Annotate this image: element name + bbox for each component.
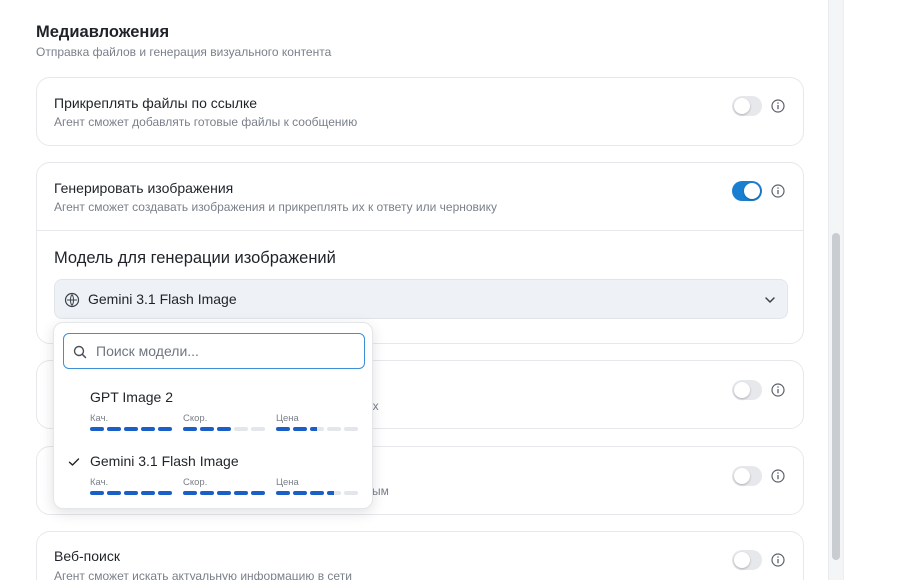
quality-label: Кач.: [90, 477, 109, 488]
model-search: [63, 333, 365, 369]
model-option-gpt-image-2[interactable]: GPT Image 2 Кач. Скор. Цена: [54, 389, 372, 453]
price-label: Цена: [276, 413, 299, 424]
search-icon: [73, 345, 87, 359]
web-search-toggle[interactable]: [732, 550, 762, 570]
rating-segment: [234, 491, 248, 495]
speed-bar: [183, 427, 265, 431]
hidden-setting-toggle-1[interactable]: [732, 380, 762, 400]
model-search-input[interactable]: [96, 342, 356, 360]
chevron-down-icon: [765, 297, 775, 303]
quality-bar: [90, 427, 172, 431]
web-search-desc: Агент сможет искать актуальную информаци…: [54, 569, 352, 580]
speed-label: Скор.: [183, 413, 208, 424]
model-option-gemini-flash-image[interactable]: Gemini 3.1 Flash Image Кач. Скор. Цена: [54, 453, 372, 517]
model-option-name: GPT Image 2: [90, 389, 174, 405]
web-search-card: Веб-поиск Агент сможет искать актуальную…: [36, 531, 804, 580]
info-icon[interactable]: [771, 383, 785, 397]
section-title: Медиавложения: [36, 23, 170, 41]
price-label: Цена: [276, 477, 299, 488]
rating-segment: [141, 491, 155, 495]
section-subtitle: Отправка файлов и генерация визуального …: [36, 45, 332, 59]
rating-segment: [200, 427, 214, 431]
rating-segment: [107, 491, 121, 495]
model-select[interactable]: Gemini 3.1 Flash Image: [54, 279, 788, 319]
info-icon[interactable]: [771, 184, 785, 198]
rating-segment: [90, 427, 104, 431]
info-icon[interactable]: [771, 99, 785, 113]
generate-images-toggle[interactable]: [732, 181, 762, 201]
rating-segment: [276, 427, 290, 431]
rating-segment: [251, 491, 265, 495]
check-icon: [68, 458, 80, 466]
attach-files-toggle[interactable]: [732, 96, 762, 116]
rating-segment: [217, 491, 231, 495]
attach-files-title: Прикреплять файлы по ссылке: [54, 95, 258, 111]
right-panel: [843, 0, 903, 580]
attach-files-card: Прикреплять файлы по ссылке Агент сможет…: [36, 77, 804, 146]
model-option-name: Gemini 3.1 Flash Image: [90, 453, 239, 469]
rating-segment: [217, 427, 231, 431]
rating-segment: [344, 427, 358, 431]
rating-segment: [183, 491, 197, 495]
rating-segment: [310, 427, 324, 431]
hidden-setting-toggle-2[interactable]: [732, 466, 762, 486]
rating-segment: [293, 491, 307, 495]
rating-segment: [90, 491, 104, 495]
info-icon[interactable]: [771, 469, 785, 483]
rating-segment: [327, 491, 341, 495]
quality-bar: [90, 491, 172, 495]
generate-images-title: Генерировать изображения: [54, 180, 234, 196]
rating-segment: [158, 427, 172, 431]
hidden-setting-desc-2: ым: [372, 484, 389, 498]
rating-segment: [234, 427, 248, 431]
selected-model-label: Gemini 3.1 Flash Image: [88, 291, 237, 307]
rating-segment: [124, 491, 138, 495]
price-bar: [276, 491, 358, 495]
rating-segment: [344, 491, 358, 495]
info-icon[interactable]: [771, 553, 785, 567]
web-search-title: Веб-поиск: [54, 548, 120, 564]
rating-segment: [327, 427, 341, 431]
price-bar: [276, 427, 358, 431]
rating-segment: [251, 427, 265, 431]
rating-segment: [141, 427, 155, 431]
rating-segment: [310, 491, 324, 495]
scrollbar-thumb[interactable]: [832, 233, 840, 560]
rating-segment: [276, 491, 290, 495]
quality-label: Кач.: [90, 413, 109, 424]
rating-segment: [124, 427, 138, 431]
model-icon: [64, 292, 80, 308]
speed-bar: [183, 491, 265, 495]
speed-label: Скор.: [183, 477, 208, 488]
model-heading: Модель для генерации изображений: [54, 249, 336, 267]
card-divider: [37, 230, 803, 231]
rating-segment: [107, 427, 121, 431]
rating-segment: [293, 427, 307, 431]
generate-images-desc: Агент сможет создавать изображения и при…: [54, 200, 498, 214]
rating-segment: [200, 491, 214, 495]
generate-images-card: Генерировать изображения Агент сможет со…: [36, 162, 804, 344]
attach-files-desc: Агент сможет добавлять готовые файлы к с…: [54, 115, 358, 129]
rating-segment: [158, 491, 172, 495]
rating-segment: [183, 427, 197, 431]
model-dropdown: GPT Image 2 Кач. Скор. Цена Gemini 3.1 F…: [53, 322, 373, 509]
